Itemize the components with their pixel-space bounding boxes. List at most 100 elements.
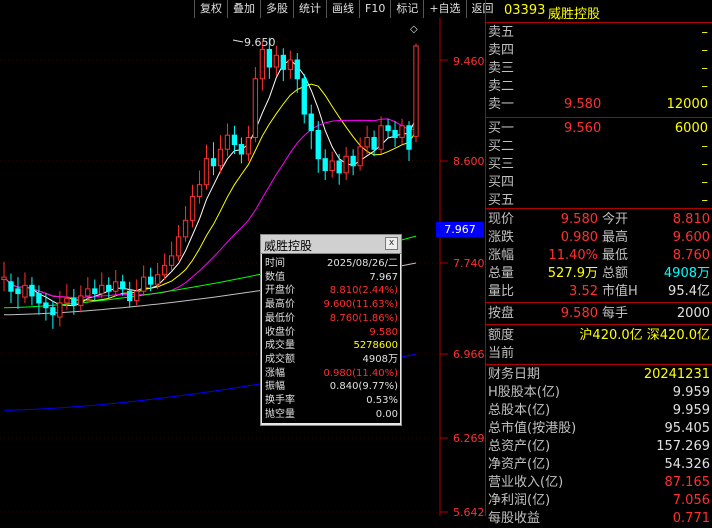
candle-body bbox=[231, 134, 238, 146]
finance-value: 7.056 bbox=[672, 493, 710, 508]
quote-row: 量比 3.52 市值H 95.4亿 bbox=[486, 283, 712, 301]
quote-value: 9.600 bbox=[672, 230, 710, 245]
candle-body bbox=[252, 78, 259, 139]
order-volume: – bbox=[701, 175, 709, 190]
candle-body bbox=[36, 293, 42, 304]
finance-label: 净利润(亿) bbox=[488, 493, 551, 508]
toolbar-add-watchlist-button[interactable]: +自选 bbox=[423, 0, 466, 18]
high-annotation: 9.650 bbox=[244, 36, 276, 49]
toolbar-draw-line-button[interactable]: 画线 bbox=[326, 0, 359, 18]
candle-body bbox=[175, 236, 182, 257]
order-level-label: 卖三 bbox=[488, 61, 515, 76]
toolbar-adjust-button[interactable]: 复权 bbox=[194, 0, 227, 18]
quote-value: 11.40% bbox=[548, 248, 598, 263]
tooltip-value: 0.840(9.77%) bbox=[329, 381, 398, 393]
quote-value: 2000 bbox=[676, 306, 710, 321]
finance-row: 净利润(亿) 7.056 bbox=[486, 492, 712, 510]
tooltip-key: 抛空量 bbox=[265, 408, 295, 420]
quote-value: 9.580 bbox=[560, 306, 598, 321]
tooltip-value: 0.53% bbox=[366, 395, 398, 406]
candle-body bbox=[154, 274, 161, 285]
candle-body bbox=[217, 148, 224, 167]
tooltip-value: 7.967 bbox=[369, 271, 398, 283]
quote-row: 现价 9.580 今开 8.810 bbox=[486, 211, 712, 229]
toolbar-multi-stock-button[interactable]: 多股 bbox=[260, 0, 293, 18]
candle-body bbox=[287, 59, 293, 70]
candle-body bbox=[238, 144, 245, 155]
candle-body bbox=[196, 184, 203, 198]
candle-body bbox=[64, 297, 70, 304]
quote-label: 最高 bbox=[602, 230, 629, 245]
order-book-sell-row: 卖一 9.580 12000 bbox=[486, 96, 712, 114]
finance-value: 87.165 bbox=[664, 475, 711, 490]
order-book-sell-row: 卖三 – bbox=[486, 60, 712, 78]
candle-body bbox=[308, 113, 314, 131]
candle-body bbox=[203, 158, 210, 186]
section-divider bbox=[486, 324, 712, 325]
candle-body bbox=[15, 288, 21, 295]
quota-row: 额度 沪420.0亿 深420.0亿 bbox=[486, 327, 712, 345]
quote-label: 每手 bbox=[602, 306, 629, 321]
tooltip-key: 振幅 bbox=[265, 381, 285, 393]
candle-body bbox=[392, 129, 398, 139]
tooltip-key: 换手率 bbox=[265, 395, 295, 406]
finance-label: 总资产(亿) bbox=[488, 439, 551, 454]
finance-value: 54.326 bbox=[664, 457, 711, 472]
order-level-label: 卖四 bbox=[488, 43, 515, 58]
price-axis-label: 6.269 bbox=[453, 432, 485, 445]
candle-body bbox=[120, 281, 126, 290]
candle-body bbox=[266, 48, 273, 68]
price-axis-label: 8.600 bbox=[453, 155, 485, 168]
price-axis-label: 7.740 bbox=[453, 257, 485, 270]
candle-body bbox=[127, 290, 133, 302]
toolbar-f10-button[interactable]: F10 bbox=[359, 0, 391, 18]
candle-body bbox=[350, 155, 356, 167]
candle-body bbox=[413, 45, 419, 137]
tooltip-key: 开盘价 bbox=[265, 285, 295, 297]
current-price-tag: 7.967 bbox=[436, 222, 484, 237]
finance-label: 总市值(按港股) bbox=[488, 421, 577, 436]
candle-body bbox=[210, 158, 217, 167]
candle-body bbox=[378, 125, 384, 150]
quote-label: 总量 bbox=[488, 266, 515, 281]
finance-value: 20241231 bbox=[643, 367, 710, 382]
tooltip-row: 最高价 9.600(11.63%) bbox=[262, 298, 400, 311]
tooltip-value: 9.600(11.63%) bbox=[323, 299, 398, 311]
order-level-label: 买三 bbox=[488, 157, 515, 172]
candle-body bbox=[78, 295, 84, 306]
finance-row: 净资产(亿) 54.326 bbox=[486, 456, 712, 474]
order-price: 9.560 bbox=[564, 121, 602, 136]
toolbar-mark-button[interactable]: 标记 bbox=[390, 0, 424, 18]
finance-value: 9.959 bbox=[672, 403, 710, 418]
order-book-buy-row: 买二 – bbox=[486, 138, 712, 156]
candle-body bbox=[329, 160, 335, 171]
current-row: 当前 bbox=[486, 345, 712, 363]
candle-body bbox=[385, 125, 391, 131]
candle-body bbox=[406, 125, 412, 150]
tooltip-key: 最低价 bbox=[265, 312, 295, 324]
tooltip-value: 0.00 bbox=[375, 408, 398, 420]
candle-body bbox=[343, 155, 349, 174]
tooltip-value: 8.760(1.86%) bbox=[329, 312, 398, 324]
candle-body bbox=[140, 276, 147, 292]
quote-value: 8.760 bbox=[672, 248, 710, 263]
quote-value: 9.580 bbox=[560, 212, 598, 227]
tooltip-row: 数值 7.967 bbox=[262, 271, 400, 284]
close-icon[interactable]: x bbox=[385, 237, 398, 250]
quote-row: 涨跌 0.980 最高 9.600 bbox=[486, 229, 712, 247]
toolbar-statistics-button[interactable]: 统计 bbox=[293, 0, 326, 18]
candle-body bbox=[134, 290, 140, 302]
candle-body bbox=[259, 48, 266, 80]
tooltip-titlebar[interactable]: 威胜控股 x bbox=[261, 235, 401, 254]
kline-chart[interactable]: 9.650 ◇ bbox=[0, 0, 486, 516]
toolbar-overlay-button[interactable]: 叠加 bbox=[227, 0, 260, 18]
order-volume: – bbox=[701, 139, 709, 154]
candle-body bbox=[280, 54, 286, 70]
tooltip-row: 振幅 0.840(9.77%) bbox=[262, 380, 400, 393]
tooltip-key: 数值 bbox=[265, 271, 285, 283]
candle-body bbox=[50, 307, 56, 316]
order-book-sell-row: 卖四 – bbox=[486, 42, 712, 60]
order-level-label: 买一 bbox=[488, 121, 515, 136]
section-divider bbox=[486, 117, 712, 118]
tooltip-key: 时间 bbox=[265, 258, 285, 269]
